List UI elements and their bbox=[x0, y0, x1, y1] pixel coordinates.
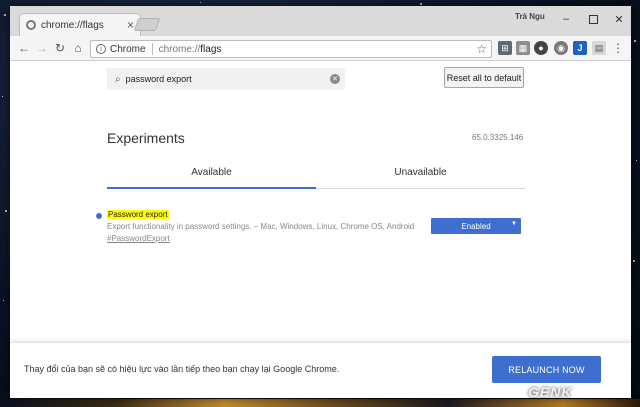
extension-icon[interactable]: ◉ bbox=[554, 41, 568, 55]
url-host: flags bbox=[200, 43, 222, 55]
site-info-icon[interactable]: i bbox=[96, 44, 106, 54]
close-window-button[interactable]: ✕ bbox=[608, 9, 630, 29]
home-button[interactable]: ⌂ bbox=[70, 40, 86, 56]
flag-modified-indicator bbox=[96, 213, 102, 219]
bookmark-star-icon[interactable]: ☆ bbox=[476, 42, 487, 56]
title-bar: chrome://flags × Trả Ngu – ✕ bbox=[10, 6, 631, 36]
url-scheme: chrome:// bbox=[158, 43, 201, 55]
desktop-star bbox=[200, 2, 201, 3]
page-title: Experiments bbox=[107, 130, 185, 146]
reload-button[interactable]: ↻ bbox=[52, 40, 68, 56]
flag-state-select[interactable]: Enabled ▼ bbox=[431, 218, 521, 234]
maximize-icon bbox=[588, 14, 598, 24]
maximize-button[interactable] bbox=[582, 9, 604, 29]
extension-icon[interactable]: ● bbox=[534, 41, 548, 55]
extension-icon[interactable]: J bbox=[573, 41, 587, 55]
chrome-window: chrome://flags × Trả Ngu – ✕ ← → ↻ ⌂ i C… bbox=[10, 6, 631, 398]
dropdown-caret-icon: ▼ bbox=[511, 221, 517, 227]
extension-icon[interactable]: ▤ bbox=[592, 41, 606, 55]
profile-name[interactable]: Trả Ngu bbox=[515, 12, 545, 21]
flag-name: Password export bbox=[107, 210, 169, 219]
reset-all-button[interactable]: Reset all to default bbox=[444, 67, 524, 88]
desktop-star bbox=[4, 14, 6, 16]
browser-tab[interactable]: chrome://flags × bbox=[19, 13, 141, 36]
search-input[interactable] bbox=[125, 74, 330, 84]
desktop-star bbox=[3, 300, 4, 301]
flags-search-box[interactable]: ⌕ ✕ bbox=[107, 68, 345, 90]
tab-title: chrome://flags bbox=[41, 19, 104, 31]
watermark-logo: GENK bbox=[528, 384, 573, 400]
flag-permalink[interactable]: #PasswordExport bbox=[107, 234, 170, 243]
omnibox-divider bbox=[151, 43, 153, 55]
desktop-star bbox=[636, 160, 637, 161]
search-icon: ⌕ bbox=[115, 73, 121, 85]
minimize-button[interactable]: – bbox=[555, 9, 577, 29]
address-bar[interactable]: i Chrome chrome:// flags ☆ bbox=[90, 40, 492, 58]
tab-unavailable[interactable]: Unavailable bbox=[316, 157, 525, 189]
new-tab-button[interactable] bbox=[133, 18, 161, 31]
origin-chip: Chrome bbox=[110, 43, 146, 55]
desktop-horizon bbox=[0, 399, 640, 407]
extension-icon[interactable]: ▦ bbox=[516, 41, 530, 55]
desktop-star bbox=[634, 40, 636, 42]
desktop-star bbox=[633, 260, 635, 262]
clear-search-icon[interactable]: ✕ bbox=[330, 74, 340, 84]
chrome-flags-icon bbox=[26, 20, 36, 30]
relaunch-button[interactable]: RELAUNCH NOW bbox=[492, 356, 601, 383]
flags-page: ⌕ ✕ Reset all to default Experiments 65.… bbox=[10, 62, 631, 342]
desktop-star bbox=[2, 96, 3, 97]
flag-description: Export functionality in password setting… bbox=[107, 222, 415, 231]
forward-button[interactable]: → bbox=[34, 40, 50, 56]
desktop-star bbox=[5, 210, 7, 212]
extension-icon[interactable]: ⊞ bbox=[498, 41, 512, 55]
browser-toolbar: ← → ↻ ⌂ i Chrome chrome:// flags ☆ ⊞ ▦ ●… bbox=[10, 36, 631, 61]
flag-state-value: Enabled bbox=[461, 221, 491, 231]
back-button[interactable]: ← bbox=[16, 40, 32, 56]
version-label: 65.0.3325.146 bbox=[472, 133, 524, 142]
relaunch-message: Thay đổi của bạn sẽ có hiệu lực vào lần … bbox=[24, 364, 340, 374]
tab-available[interactable]: Available bbox=[107, 157, 316, 189]
chrome-menu-button[interactable]: ⋮ bbox=[610, 40, 626, 56]
desktop-star bbox=[420, 3, 422, 5]
